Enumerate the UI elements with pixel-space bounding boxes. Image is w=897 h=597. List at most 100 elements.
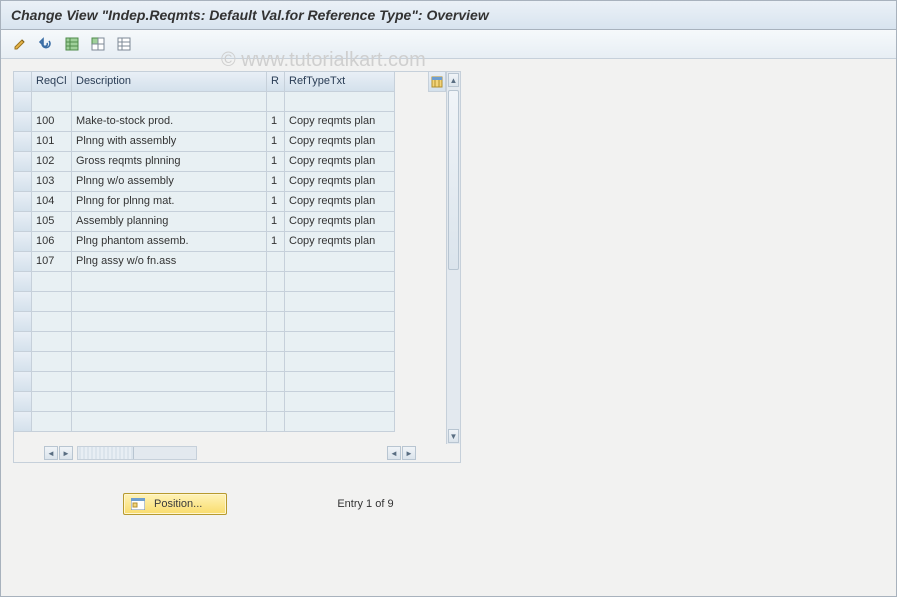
scroll-up-button[interactable]: ▲ [448,73,459,87]
cell-reqcl[interactable] [32,372,72,392]
cell-r[interactable] [267,272,285,292]
cell-reqcl[interactable]: 103 [32,172,72,192]
cell-reqcl[interactable]: 102 [32,152,72,172]
cell-reftypetxt[interactable]: Copy reqmts plan [285,152,395,172]
cell-r[interactable]: 1 [267,112,285,132]
undo-button[interactable] [35,34,57,54]
scroll-right2-button[interactable]: ► [402,446,416,460]
cell-r[interactable] [267,372,285,392]
cell-reftypetxt[interactable] [285,292,395,312]
cell-description[interactable]: Plnng w/o assembly [72,172,267,192]
cell-r[interactable] [267,252,285,272]
cell-reqcl[interactable] [32,352,72,372]
cell-reqcl[interactable] [32,92,72,112]
cell-description[interactable]: Make-to-stock prod. [72,112,267,132]
vscroll-track[interactable] [447,88,460,428]
cell-description[interactable] [72,392,267,412]
cell-reftypetxt[interactable]: Copy reqmts plan [285,192,395,212]
cell-r[interactable]: 1 [267,152,285,172]
table-config-button[interactable] [428,72,446,92]
cell-r[interactable]: 1 [267,232,285,252]
cell-r[interactable]: 1 [267,172,285,192]
cell-description[interactable] [72,92,267,112]
cell-reqcl[interactable] [32,312,72,332]
cell-reftypetxt[interactable]: Copy reqmts plan [285,112,395,132]
row-selector[interactable] [14,312,32,332]
hscroll-thumb[interactable] [79,447,134,459]
select-all-button[interactable] [61,34,83,54]
cell-reqcl[interactable] [32,392,72,412]
cell-r[interactable] [267,392,285,412]
col-header-r[interactable]: R [267,72,285,92]
row-selector[interactable] [14,152,32,172]
cell-description[interactable]: Plnng for plnng mat. [72,192,267,212]
select-block-button[interactable] [87,34,109,54]
cell-r[interactable] [267,412,285,432]
vertical-scrollbar[interactable]: ▲ ▼ [446,72,460,444]
hscroll-track[interactable] [77,446,197,460]
cell-reqcl[interactable] [32,412,72,432]
cell-description[interactable]: Plng assy w/o fn.ass [72,252,267,272]
deselect-all-button[interactable] [113,34,135,54]
cell-r[interactable]: 1 [267,212,285,232]
cell-reftypetxt[interactable] [285,392,395,412]
scroll-left2-button[interactable]: ◄ [387,446,401,460]
cell-description[interactable] [72,292,267,312]
cell-reftypetxt[interactable] [285,352,395,372]
cell-description[interactable]: Gross reqmts plnning [72,152,267,172]
cell-reftypetxt[interactable]: Copy reqmts plan [285,212,395,232]
scroll-right-button[interactable]: ► [59,446,73,460]
col-header-selector[interactable] [14,72,32,92]
cell-reqcl[interactable] [32,292,72,312]
cell-r[interactable] [267,312,285,332]
cell-reftypetxt[interactable] [285,252,395,272]
scroll-down-button[interactable]: ▼ [448,429,459,443]
row-selector[interactable] [14,132,32,152]
cell-description[interactable] [72,372,267,392]
row-selector[interactable] [14,392,32,412]
row-selector[interactable] [14,192,32,212]
cell-r[interactable] [267,92,285,112]
cell-description[interactable] [72,352,267,372]
cell-r[interactable]: 1 [267,132,285,152]
col-header-reqcl[interactable]: ReqCl [32,72,72,92]
col-header-reftypetxt[interactable]: RefTypeTxt [285,72,395,92]
cell-reftypetxt[interactable]: Copy reqmts plan [285,172,395,192]
row-selector[interactable] [14,292,32,312]
cell-reqcl[interactable]: 100 [32,112,72,132]
row-selector[interactable] [14,212,32,232]
cell-reqcl[interactable]: 105 [32,212,72,232]
position-button[interactable]: Position... [123,493,227,515]
cell-reqcl[interactable]: 107 [32,252,72,272]
cell-reftypetxt[interactable]: Copy reqmts plan [285,232,395,252]
row-selector[interactable] [14,172,32,192]
cell-description[interactable] [72,272,267,292]
cell-reqcl[interactable]: 101 [32,132,72,152]
cell-description[interactable]: Assembly planning [72,212,267,232]
cell-reqcl[interactable]: 106 [32,232,72,252]
scroll-left-button[interactable]: ◄ [44,446,58,460]
cell-r[interactable] [267,352,285,372]
row-selector[interactable] [14,92,32,112]
cell-description[interactable]: Plng phantom assemb. [72,232,267,252]
cell-reftypetxt[interactable] [285,412,395,432]
cell-r[interactable] [267,332,285,352]
row-selector[interactable] [14,352,32,372]
cell-reqcl[interactable] [32,272,72,292]
cell-reftypetxt[interactable]: Copy reqmts plan [285,132,395,152]
cell-reftypetxt[interactable] [285,272,395,292]
cell-reftypetxt[interactable] [285,372,395,392]
cell-description[interactable] [72,312,267,332]
cell-description[interactable] [72,332,267,352]
col-header-description[interactable]: Description [72,72,267,92]
row-selector[interactable] [14,372,32,392]
row-selector[interactable] [14,412,32,432]
row-selector[interactable] [14,232,32,252]
row-selector[interactable] [14,272,32,292]
cell-description[interactable] [72,412,267,432]
change-button[interactable] [9,34,31,54]
cell-reqcl[interactable]: 104 [32,192,72,212]
cell-reftypetxt[interactable] [285,332,395,352]
row-selector[interactable] [14,112,32,132]
row-selector[interactable] [14,252,32,272]
